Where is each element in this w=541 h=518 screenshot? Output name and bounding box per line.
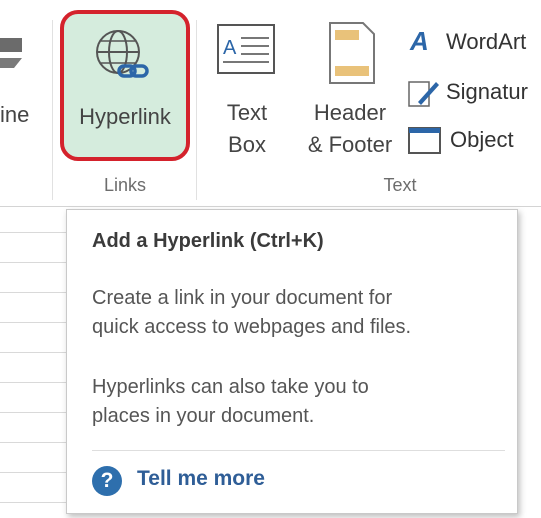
svg-text:A: A — [223, 37, 237, 59]
group-label-links: Links — [103, 175, 147, 195]
tooltip-body-line: Hyperlinks can also take you to — [92, 376, 369, 398]
hyperlink-button[interactable]: Hyperlink — [60, 10, 190, 161]
tell-me-more-link[interactable]: Tell me more — [137, 467, 265, 491]
header-footer-icon — [329, 22, 375, 84]
partial-button-label[interactable]: ine — [0, 100, 29, 130]
grid-line — [0, 442, 66, 443]
header-footer-button[interactable]: Header & Footer — [295, 10, 405, 165]
grid-line — [0, 472, 66, 473]
object-icon — [408, 127, 441, 154]
group-label-text: Text — [383, 175, 417, 195]
header-footer-label-line2: & Footer — [307, 132, 393, 157]
text-box-button[interactable]: A Text Box — [205, 10, 295, 165]
grid-line — [0, 412, 66, 413]
help-icon[interactable]: ? — [92, 466, 122, 496]
hyperlink-label: Hyperlink — [79, 104, 171, 129]
grid-line — [0, 262, 66, 263]
signature-label: Signatur — [446, 79, 528, 104]
text-box-icon: A — [217, 24, 275, 74]
wordart-label: WordArt — [446, 29, 527, 54]
hyperlink-tooltip: Add a Hyperlink (Ctrl+K) Create a link i… — [66, 209, 518, 514]
tooltip-body-line: quick access to webpages and files. — [92, 316, 412, 338]
grid-line — [0, 322, 66, 323]
tooltip-body-line: places in your document. — [92, 405, 315, 427]
grid-line — [0, 292, 66, 293]
signature-line-button[interactable]: Signatur — [408, 76, 541, 110]
tooltip-divider — [92, 450, 505, 451]
tooltip-body-line: Create a link in your document for — [92, 287, 393, 309]
grid-line — [0, 382, 66, 383]
group-separator — [196, 20, 197, 200]
grid-line — [0, 352, 66, 353]
tooltip-title: Add a Hyperlink (Ctrl+K) — [92, 230, 324, 252]
ribbon: ine Hyperlink A Text Box Header & Footer… — [0, 0, 541, 207]
grid-line — [0, 502, 66, 503]
signature-icon — [408, 81, 439, 107]
group-separator — [52, 20, 53, 200]
hyperlink-icon — [96, 30, 149, 78]
object-label: Object — [450, 127, 514, 152]
header-footer-label-line1: Header — [313, 100, 387, 125]
grid-line — [0, 232, 66, 233]
text-box-label-line1: Text — [226, 100, 268, 125]
partial-tool-icon — [0, 38, 22, 68]
wordart-button[interactable]: A WordArt — [408, 26, 541, 60]
wordart-icon: A — [410, 26, 429, 56]
object-button[interactable]: Object — [408, 124, 541, 158]
text-box-label-line2: Box — [228, 132, 266, 157]
